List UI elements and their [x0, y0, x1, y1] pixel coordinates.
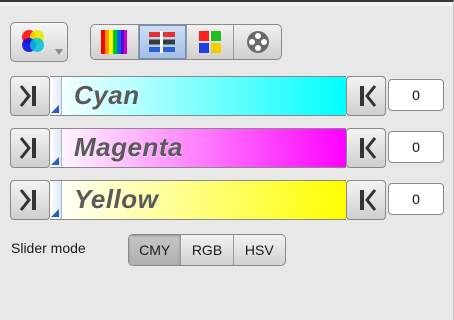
slider-mode-cmy-button[interactable]: CMY: [129, 235, 182, 265]
yellow-slider-handle[interactable]: [50, 181, 62, 219]
color-picker-mode-group: [90, 24, 282, 60]
magenta-slider-handle[interactable]: [50, 129, 62, 167]
chevron-down-icon: [55, 49, 63, 55]
cyan-max-button[interactable]: [346, 76, 386, 116]
slider-mode-group: CMY RGB HSV: [128, 234, 286, 266]
skip-to-start-icon: [19, 85, 36, 107]
cyan-min-button[interactable]: [10, 76, 50, 116]
swatches-mode-button[interactable]: [187, 25, 235, 59]
cyan-slider-row: Cyan 0: [10, 76, 444, 118]
slider-mode-rgb-button[interactable]: RGB: [181, 235, 234, 265]
color-wheel-icon: [22, 30, 44, 52]
skip-to-start-icon: [19, 137, 36, 159]
color-swatches-icon: [198, 31, 221, 53]
skip-to-start-icon: [19, 189, 36, 211]
magenta-slider-track[interactable]: Magenta: [50, 128, 346, 168]
cyan-slider-track[interactable]: Cyan: [50, 76, 346, 116]
magenta-min-button[interactable]: [10, 128, 50, 168]
cyan-slider-label: Cyan: [74, 80, 140, 110]
color-panel: Cyan 0 Magenta 0 Yellow 0 Slider mode CM…: [0, 0, 454, 320]
color-bars-mode-button[interactable]: [91, 25, 139, 59]
yellow-slider-track[interactable]: Yellow: [50, 180, 346, 220]
yellow-min-button[interactable]: [10, 180, 50, 220]
circles-mode-button[interactable]: [234, 25, 281, 59]
magenta-slider-label: Magenta: [74, 132, 183, 162]
cyan-value-field[interactable]: 0: [388, 79, 444, 111]
magenta-slider-row: Magenta 0: [10, 128, 444, 170]
skip-to-end-icon: [360, 85, 377, 107]
slider-mode-hsv-button[interactable]: HSV: [234, 235, 285, 265]
slider-mode-label: Slider mode: [11, 240, 86, 256]
yellow-slider-label: Yellow: [74, 184, 159, 214]
sliders-mode-button[interactable]: [138, 25, 187, 59]
cyan-slider-handle[interactable]: [50, 77, 62, 115]
yellow-max-button[interactable]: [346, 180, 386, 220]
sliders-icon: [149, 31, 176, 53]
magenta-value-field[interactable]: 0: [388, 131, 444, 163]
skip-to-end-icon: [360, 189, 377, 211]
color-model-button[interactable]: [10, 22, 68, 62]
yellow-value-field[interactable]: 0: [388, 183, 444, 215]
magenta-max-button[interactable]: [346, 128, 386, 168]
color-circles-icon: [246, 31, 269, 53]
skip-to-end-icon: [360, 137, 377, 159]
color-bars-icon: [101, 30, 128, 54]
yellow-slider-row: Yellow 0: [10, 180, 444, 222]
